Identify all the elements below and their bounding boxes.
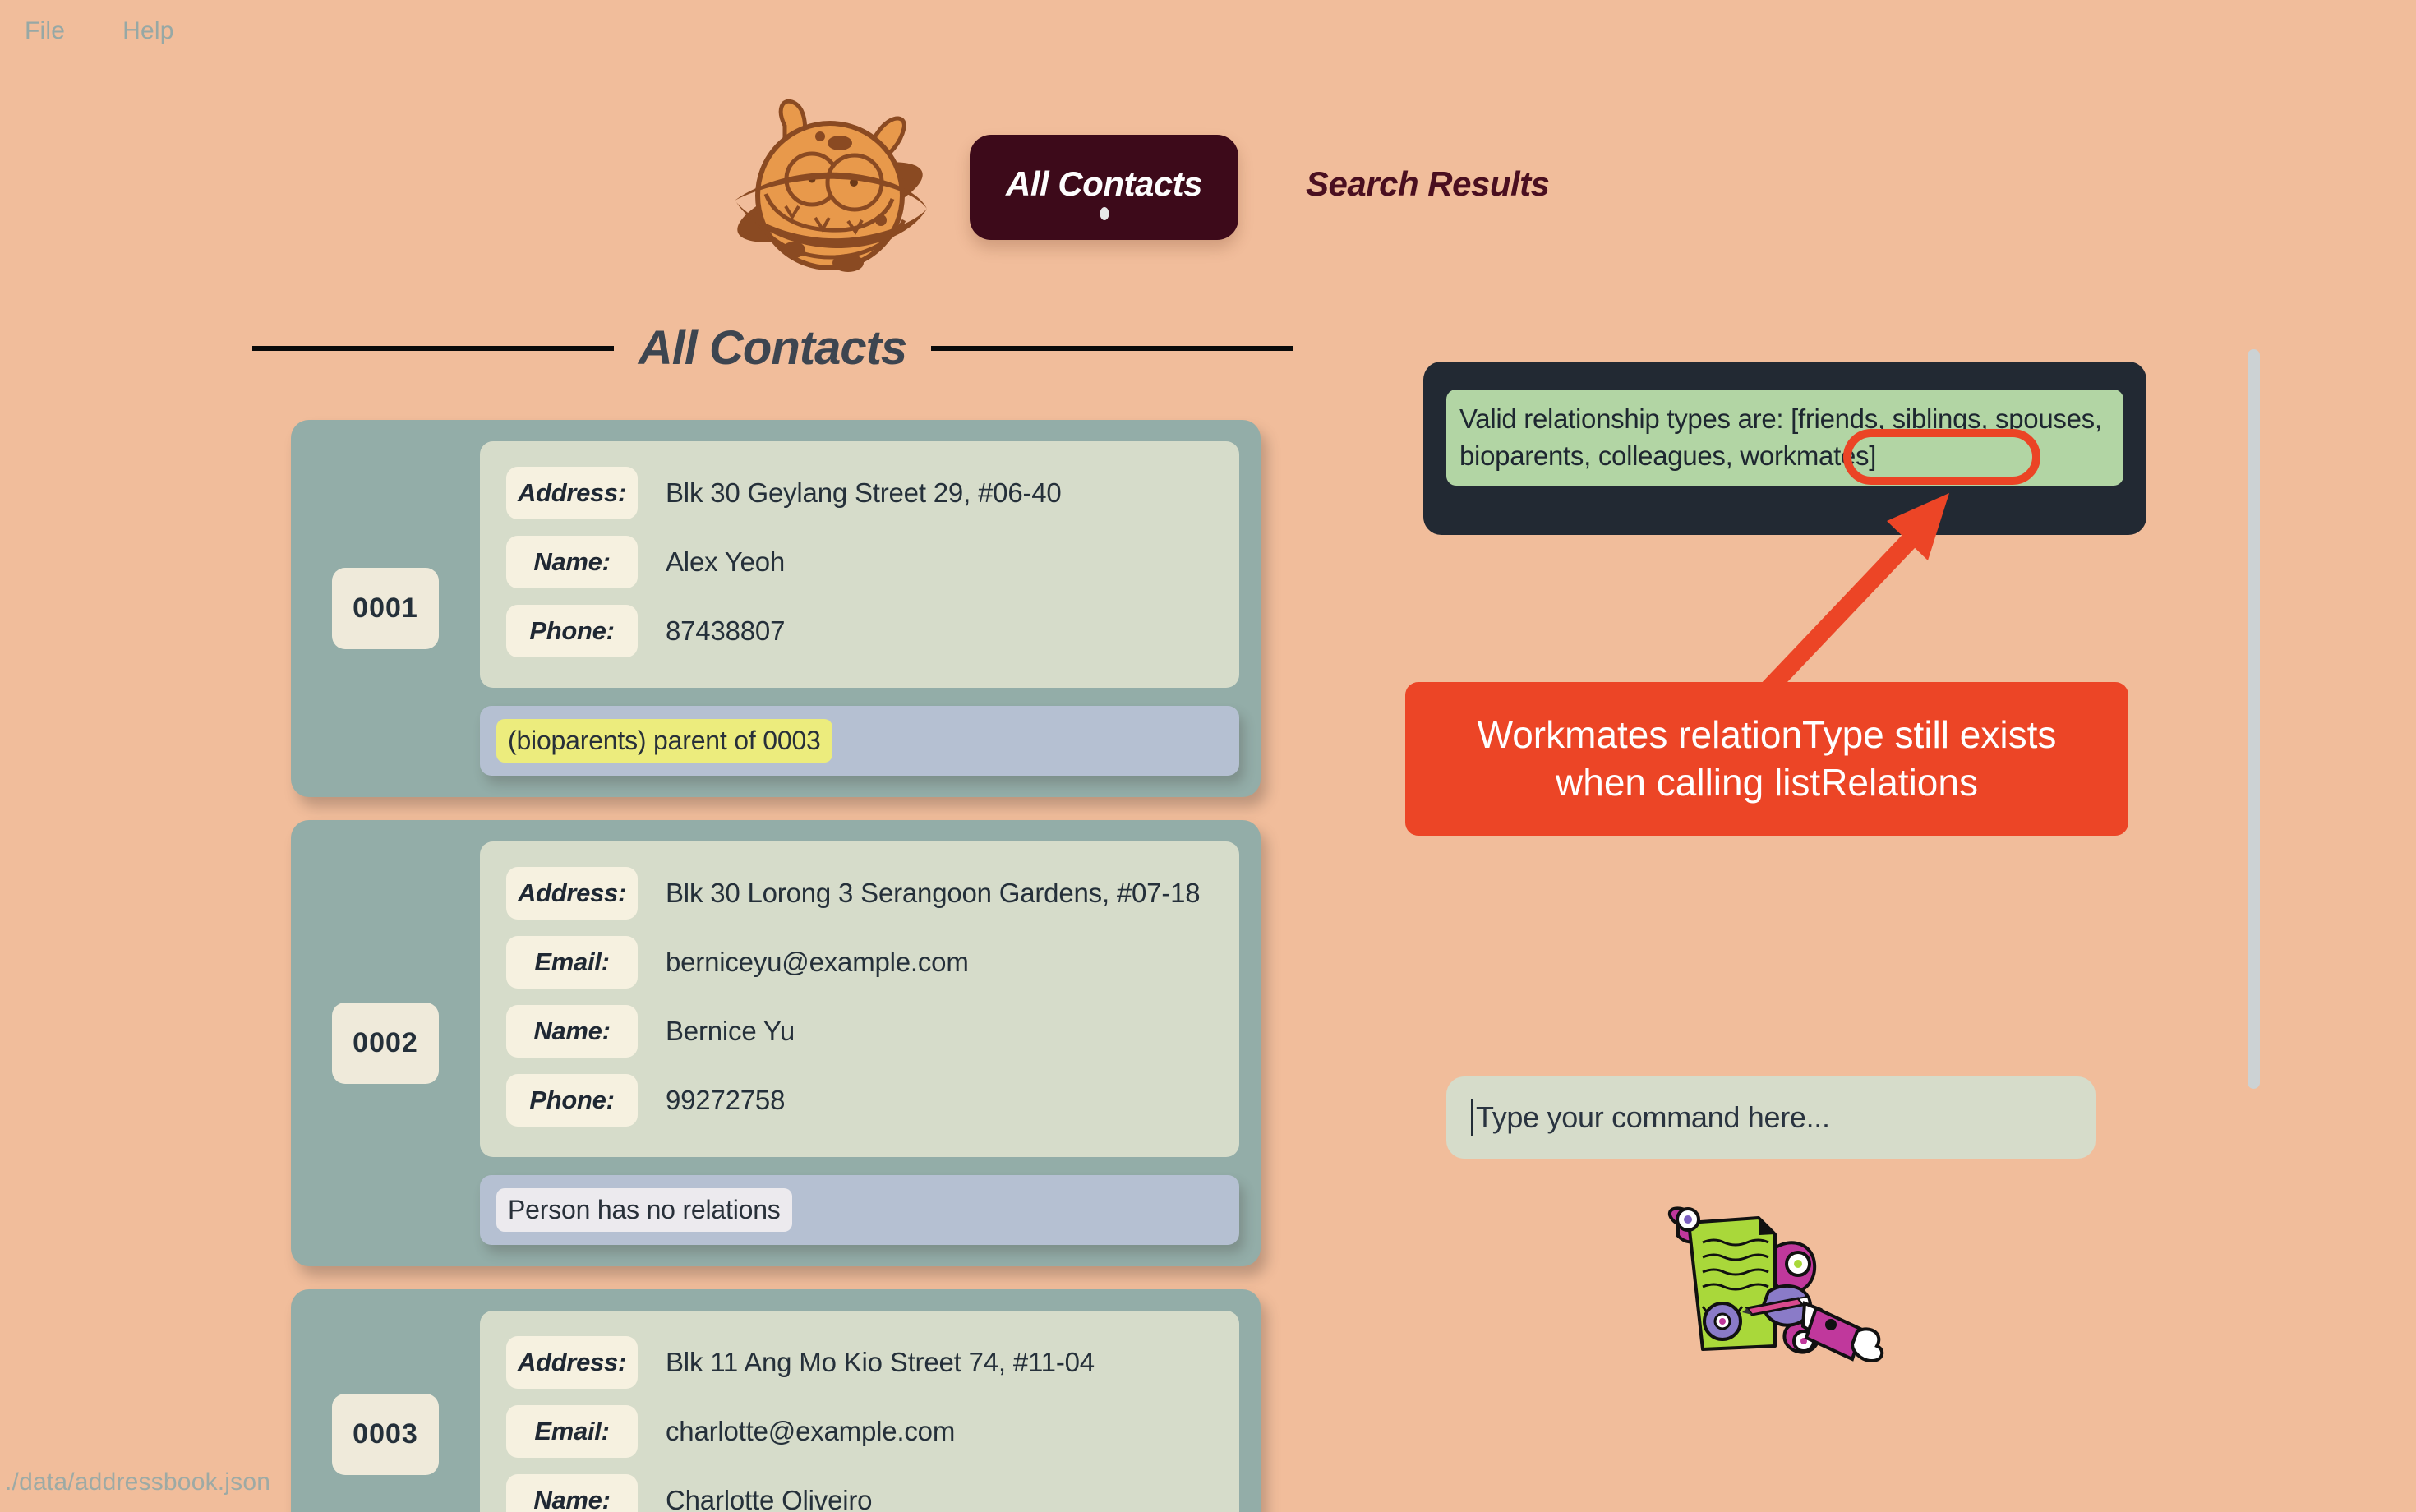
field-label-name: Name: [506, 536, 638, 588]
contact-card[interactable]: 0002 Address: Blk 30 Lorong 3 Serangoon … [291, 820, 1261, 1266]
field-value-address: Blk 30 Lorong 3 Serangoon Gardens, #07-1… [666, 878, 1201, 908]
field-row: Phone: 87438807 [506, 601, 1213, 662]
field-row: Phone: 99272758 [506, 1070, 1213, 1131]
field-label-phone: Phone: [506, 1074, 638, 1127]
tab-active-indicator-icon [1100, 207, 1109, 220]
field-label-phone: Phone: [506, 605, 638, 657]
field-value-address: Blk 30 Geylang Street 29, #06-40 [666, 477, 1062, 508]
contact-id-badge: 0001 [332, 568, 439, 649]
contact-list-pane: All Contacts 0001 Address: Blk 30 Geylan… [0, 320, 1348, 1512]
relations-bar: (bioparents) parent of 0003 [480, 706, 1239, 776]
tab-search-results-label: Search Results [1306, 164, 1550, 203]
heading-rule-right [931, 345, 1293, 351]
heading-rule-left [251, 345, 614, 351]
command-result-pane: Valid relationship types are: [friends, … [1397, 349, 2416, 1512]
field-label-address: Address: [506, 1336, 638, 1389]
field-value-name: Alex Yeoh [666, 546, 786, 577]
field-row: Email: berniceyu@example.com [506, 932, 1213, 993]
command-input[interactable]: Type your command here... [1446, 1076, 2096, 1159]
menu-item-file[interactable]: File [20, 14, 70, 48]
contact-card-body: Address: Blk 30 Lorong 3 Serangoon Garde… [480, 841, 1239, 1245]
field-row: Name: Alex Yeoh [506, 532, 1213, 592]
menu-bar: File Help [0, 0, 2416, 62]
status-bar: ./data/addressbook.json [0, 1453, 2416, 1512]
field-row: Name: Bernice Yu [506, 1001, 1213, 1062]
status-bar-path: ./data/addressbook.json [5, 1468, 271, 1496]
menu-item-help[interactable]: Help [118, 14, 179, 48]
command-input-placeholder: Type your command here... [1476, 1100, 1830, 1134]
relation-chip: Person has no relations [496, 1188, 792, 1232]
field-value-phone: 87438807 [666, 615, 786, 646]
contact-fields: Address: Blk 30 Lorong 3 Serangoon Garde… [480, 841, 1239, 1157]
right-pane-scrollbar[interactable] [2248, 349, 2260, 1089]
relations-bar: Person has no relations [480, 1175, 1239, 1245]
field-row: Address: Blk 30 Geylang Street 29, #06-4… [506, 463, 1213, 523]
field-label-address: Address: [506, 867, 638, 920]
text-caret-icon [1471, 1099, 1473, 1136]
tab-search-results[interactable]: Search Results [1270, 135, 1585, 240]
field-label-email: Email: [506, 1405, 638, 1458]
monster-hand-writing-notepad-icon [1667, 1206, 1884, 1363]
planet-monster-logo-icon [735, 99, 927, 272]
contact-id-column: 0002 [291, 841, 480, 1245]
relation-chip: (bioparents) parent of 0003 [496, 719, 832, 763]
field-value-address: Blk 11 Ang Mo Kio Street 74, #11-04 [666, 1347, 1095, 1377]
field-row: Address: Blk 30 Lorong 3 Serangoon Garde… [506, 863, 1213, 924]
field-value-email: berniceyu@example.com [666, 947, 969, 977]
contact-fields: Address: Blk 30 Geylang Street 29, #06-4… [480, 441, 1239, 688]
field-label-email: Email: [506, 936, 638, 989]
list-heading: All Contacts [230, 320, 1315, 376]
contact-id-badge: 0002 [332, 1003, 439, 1084]
field-label-name: Name: [506, 1005, 638, 1058]
tab-all-contacts-label: All Contacts [1006, 164, 1203, 203]
contact-list[interactable]: 0001 Address: Blk 30 Geylang Street 29, … [291, 420, 1261, 1512]
app-header: All Contacts Search Results [707, 89, 1586, 286]
field-value-phone: 99272758 [666, 1085, 786, 1115]
page-title: All Contacts [638, 321, 907, 375]
annotation-text: Workmates relationType still exists when… [1477, 713, 2057, 804]
tab-all-contacts[interactable]: All Contacts [970, 135, 1239, 240]
field-value-email: charlotte@example.com [666, 1416, 956, 1446]
contact-id-column: 0001 [291, 441, 480, 776]
annotation-callout: Workmates relationType still exists when… [1405, 682, 2128, 836]
contact-card[interactable]: 0001 Address: Blk 30 Geylang Street 29, … [291, 420, 1261, 797]
tab-strip: All Contacts Search Results [970, 135, 1586, 240]
field-value-name: Bernice Yu [666, 1016, 795, 1046]
contact-card-body: Address: Blk 30 Geylang Street 29, #06-4… [480, 441, 1239, 776]
field-label-address: Address: [506, 467, 638, 519]
field-row: Address: Blk 11 Ang Mo Kio Street 74, #1… [506, 1332, 1213, 1393]
